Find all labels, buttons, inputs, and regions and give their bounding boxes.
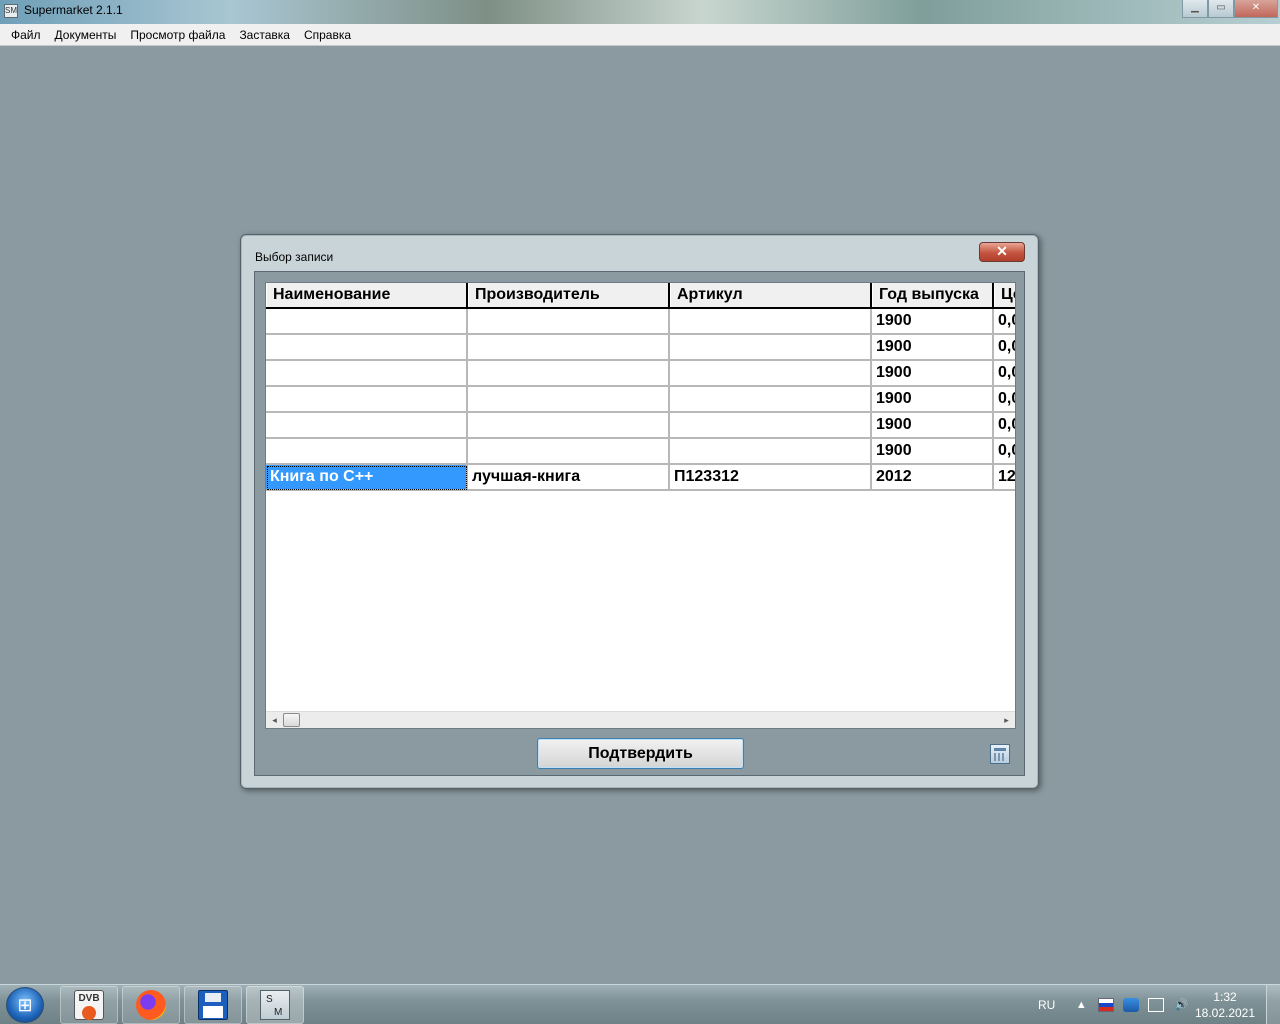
- floppy-disk-icon: [198, 990, 228, 1020]
- cell-name[interactable]: [266, 335, 468, 361]
- cell-article[interactable]: [670, 387, 872, 413]
- clock-time: 1:32: [1213, 990, 1237, 1004]
- column-header-name[interactable]: Наименование: [266, 283, 468, 307]
- taskbar-app-dvb[interactable]: DVB: [60, 986, 118, 1024]
- table-row[interactable]: 1900 0,0: [266, 361, 1015, 387]
- close-window-button[interactable]: ✕: [1234, 0, 1278, 18]
- cell-price[interactable]: 0,0: [994, 361, 1015, 387]
- cell-article[interactable]: [670, 309, 872, 335]
- dialog-body: Наименование Производитель Артикул Год в…: [254, 271, 1025, 776]
- table-row[interactable]: 1900 0,0: [266, 309, 1015, 335]
- cell-price[interactable]: 0,0: [994, 413, 1015, 439]
- grid-rows: 1900 0,0 1900 0,0 1900 0,0: [266, 309, 1015, 491]
- cell-year[interactable]: 2012: [872, 465, 994, 491]
- scroll-left-icon[interactable]: ◂: [266, 712, 283, 728]
- menu-bar: Файл Документы Просмотр файла Заставка С…: [0, 24, 1280, 46]
- cell-price[interactable]: 0,0: [994, 387, 1015, 413]
- column-header-article[interactable]: Артикул: [670, 283, 872, 307]
- menu-documents[interactable]: Документы: [48, 25, 124, 45]
- menu-file[interactable]: Файл: [4, 25, 48, 45]
- system-tray: RU ▲ 🔊: [1038, 985, 1198, 1024]
- language-indicator[interactable]: RU: [1038, 998, 1055, 1012]
- cell-name[interactable]: [266, 413, 468, 439]
- cell-year[interactable]: 1900: [872, 309, 994, 335]
- table-row[interactable]: 1900 0,0: [266, 439, 1015, 465]
- horizontal-scrollbar[interactable]: ◂ ▸: [266, 711, 1015, 728]
- cell-year[interactable]: 1900: [872, 387, 994, 413]
- show-desktop-button[interactable]: [1266, 985, 1280, 1024]
- cell-year[interactable]: 1900: [872, 413, 994, 439]
- table-row[interactable]: 1900 0,0: [266, 335, 1015, 361]
- action-center-icon[interactable]: [1148, 998, 1165, 1012]
- column-header-price[interactable]: Це: [994, 283, 1015, 307]
- dvb-icon: DVB: [74, 990, 104, 1020]
- menu-help[interactable]: Справка: [297, 25, 358, 45]
- cell-manufacturer[interactable]: [468, 413, 670, 439]
- window-controls: ▁ ▭ ✕: [1182, 0, 1278, 18]
- clock[interactable]: 1:32 18.02.2021: [1190, 989, 1260, 1021]
- column-header-manufacturer[interactable]: Производитель: [468, 283, 670, 307]
- cell-price[interactable]: 0,0: [994, 335, 1015, 361]
- cell-manufacturer[interactable]: [468, 439, 670, 465]
- cell-manufacturer[interactable]: лучшая-книга: [468, 465, 670, 491]
- cell-year[interactable]: 1900: [872, 361, 994, 387]
- cell-manufacturer[interactable]: [468, 361, 670, 387]
- menu-splash[interactable]: Заставка: [232, 25, 297, 45]
- cell-year[interactable]: 1900: [872, 439, 994, 465]
- cell-manufacturer[interactable]: [468, 335, 670, 361]
- network-icon[interactable]: [1123, 998, 1140, 1012]
- clock-date: 18.02.2021: [1194, 1006, 1256, 1020]
- firefox-icon: [136, 990, 166, 1020]
- cell-price[interactable]: 0,0: [994, 439, 1015, 465]
- cell-article[interactable]: [670, 439, 872, 465]
- taskbar: ⊞ DVB S M RU ▲ 🔊 1:32 18.02.2021: [0, 984, 1280, 1024]
- menu-view-file[interactable]: Просмотр файла: [123, 25, 232, 45]
- table-row[interactable]: 1900 0,0: [266, 413, 1015, 439]
- scroll-right-icon[interactable]: ▸: [998, 712, 1015, 728]
- show-hidden-icons-icon[interactable]: ▲: [1073, 998, 1089, 1012]
- app-icon[interactable]: SM: [4, 4, 18, 18]
- cell-name[interactable]: [266, 361, 468, 387]
- russian-flag-icon[interactable]: [1098, 998, 1115, 1012]
- table-row-selected[interactable]: Книга по С++ лучшая-книга П123312 2012 1…: [266, 465, 1015, 491]
- confirm-button[interactable]: Подтвердить: [537, 738, 744, 769]
- minimize-button[interactable]: ▁: [1182, 0, 1208, 18]
- maximize-button[interactable]: ▭: [1208, 0, 1234, 18]
- records-grid[interactable]: Наименование Производитель Артикул Год в…: [265, 282, 1016, 729]
- table-row[interactable]: 1900 0,0: [266, 387, 1015, 413]
- cell-article[interactable]: [670, 413, 872, 439]
- column-header-year[interactable]: Год выпуска: [872, 283, 994, 307]
- cell-year[interactable]: 1900: [872, 335, 994, 361]
- cell-name[interactable]: [266, 309, 468, 335]
- sm-icon: S M: [260, 990, 290, 1020]
- cell-name[interactable]: [266, 439, 468, 465]
- cell-name-selected[interactable]: Книга по С++: [266, 465, 468, 491]
- cell-price[interactable]: 0,0: [994, 309, 1015, 335]
- dialog-close-button[interactable]: ✕: [979, 242, 1025, 262]
- app-title: Supermarket 2.1.1: [24, 3, 123, 17]
- speaker-icon[interactable]: 🔊: [1173, 998, 1189, 1012]
- taskbar-app-floppy[interactable]: [184, 986, 242, 1024]
- dialog-title: Выбор записи: [255, 250, 334, 264]
- cell-manufacturer[interactable]: [468, 309, 670, 335]
- calculator-icon[interactable]: [990, 744, 1010, 764]
- taskbar-app-firefox[interactable]: [122, 986, 180, 1024]
- select-record-dialog: Выбор записи ✕ Наименование Производител…: [240, 234, 1039, 789]
- start-button[interactable]: ⊞: [6, 987, 44, 1023]
- cell-manufacturer[interactable]: [468, 387, 670, 413]
- grid-header: Наименование Производитель Артикул Год в…: [266, 283, 1015, 309]
- app-title-bar[interactable]: SM Supermarket 2.1.1 ▁ ▭ ✕: [0, 0, 1280, 24]
- cell-article[interactable]: П123312: [670, 465, 872, 491]
- cell-article[interactable]: [670, 361, 872, 387]
- scroll-thumb[interactable]: [283, 713, 300, 727]
- cell-article[interactable]: [670, 335, 872, 361]
- taskbar-app-supermarket[interactable]: S M: [246, 986, 304, 1024]
- cell-name[interactable]: [266, 387, 468, 413]
- cell-price[interactable]: 12: [994, 465, 1015, 491]
